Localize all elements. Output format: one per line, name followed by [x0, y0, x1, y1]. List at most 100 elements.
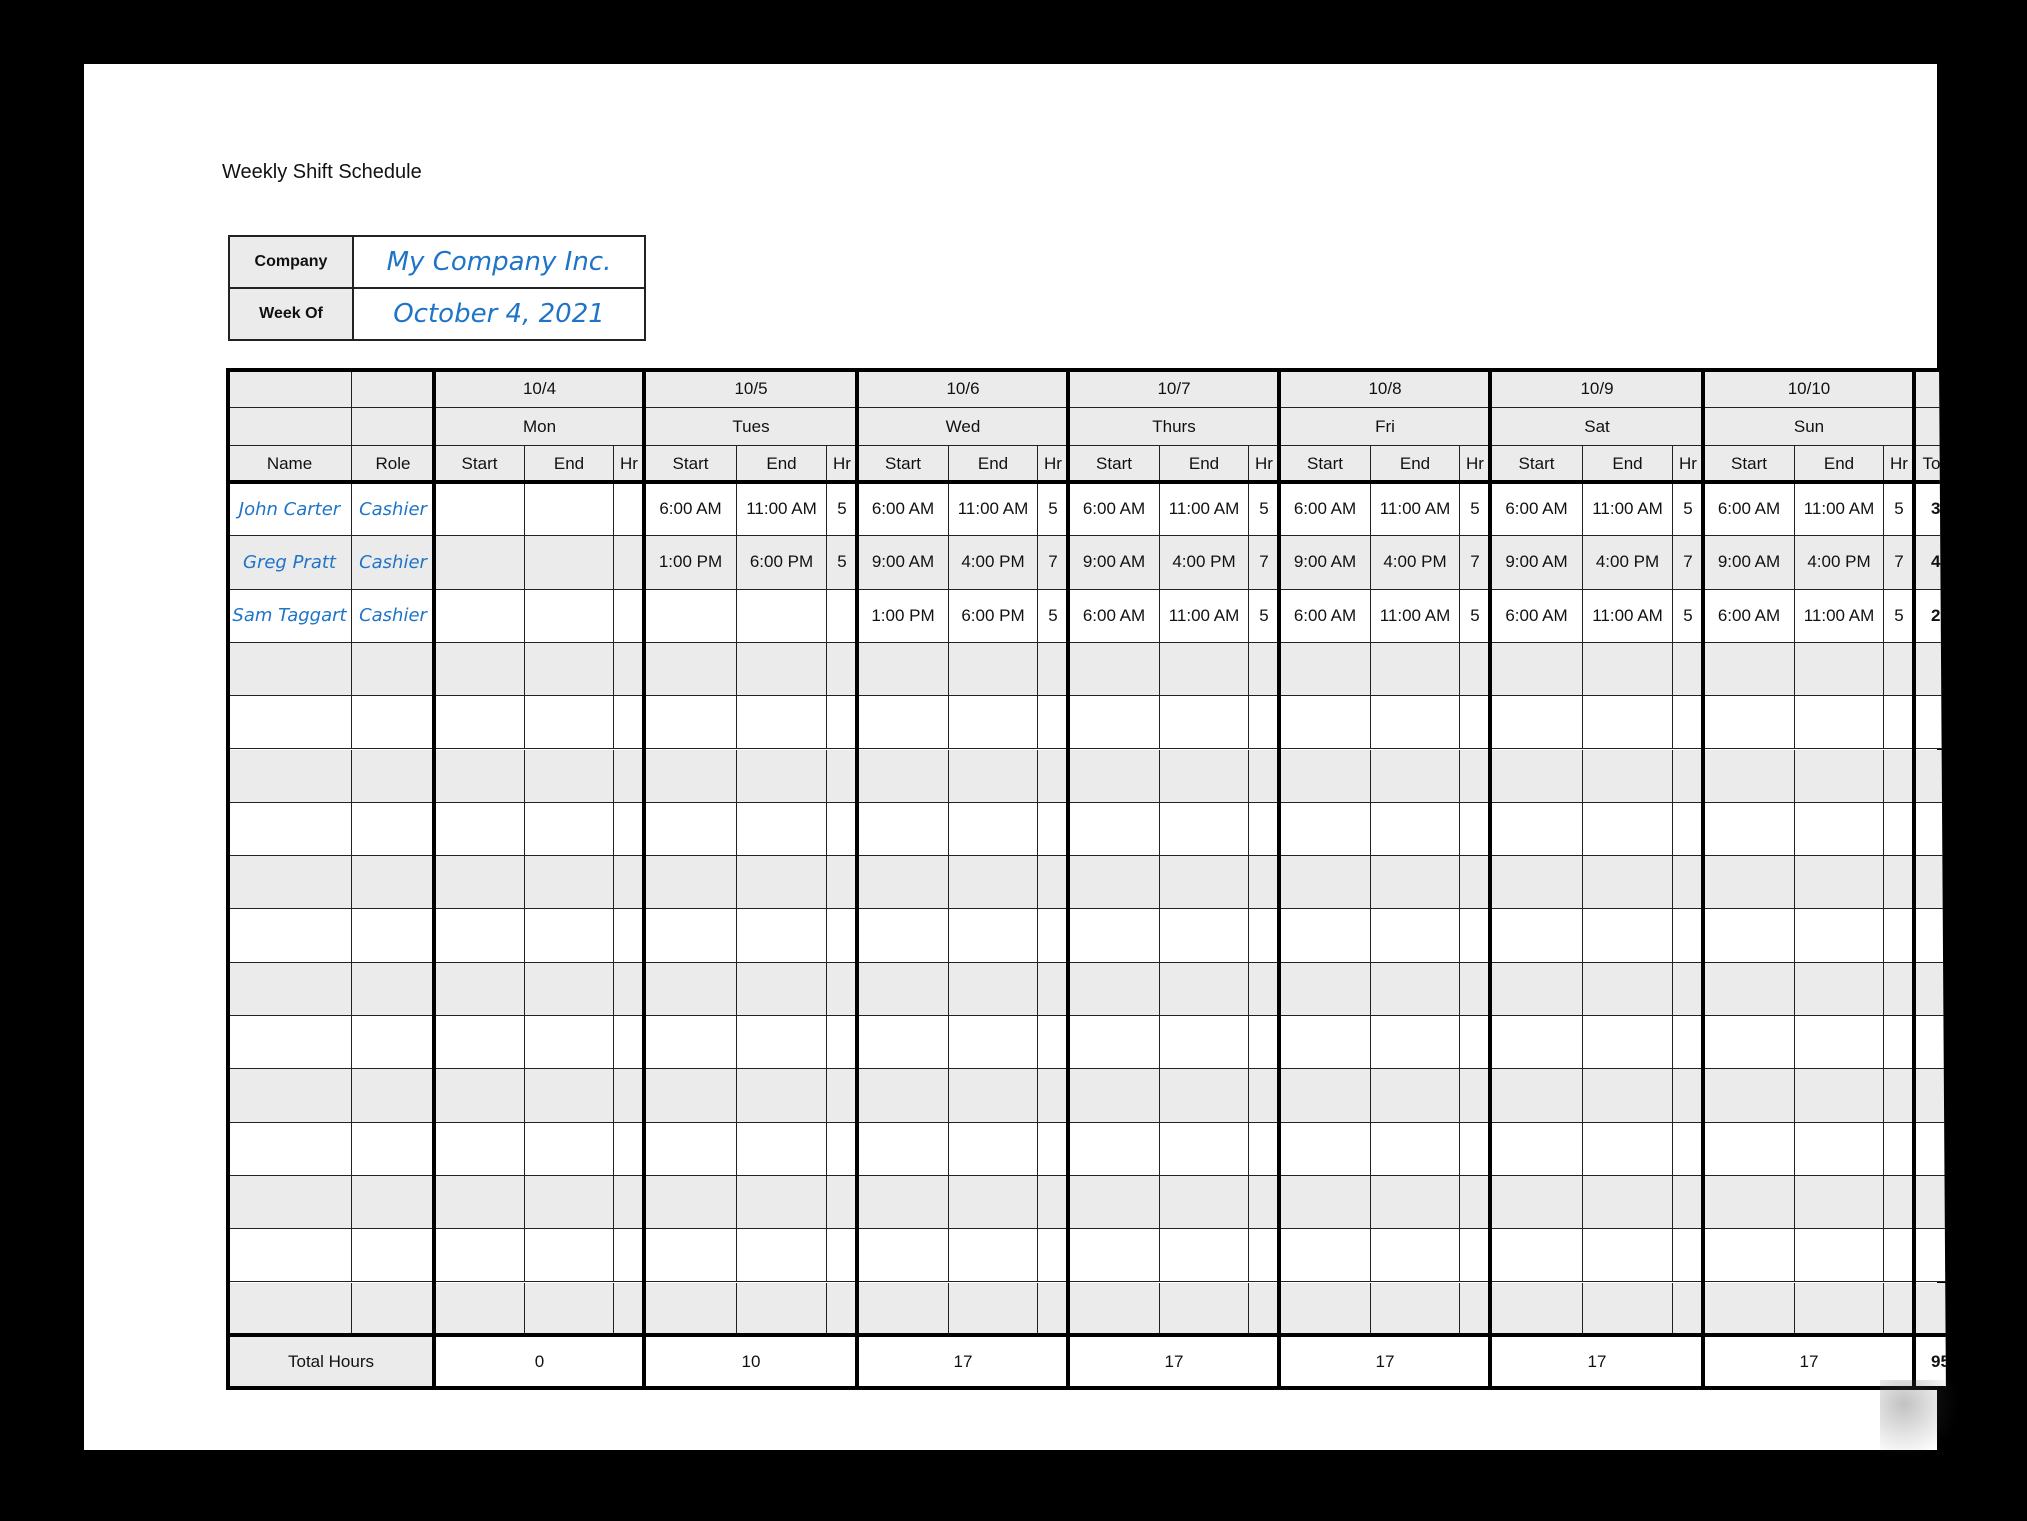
shift-end-cell[interactable] — [949, 1069, 1038, 1123]
shift-end-cell[interactable] — [1583, 802, 1673, 857]
shift-start-cell[interactable]: 6:00 AM — [1280, 589, 1371, 643]
shift-end-cell[interactable] — [525, 696, 614, 750]
shift-end-cell[interactable] — [525, 1122, 614, 1176]
shift-end-cell[interactable] — [1583, 1016, 1673, 1070]
shift-end-cell[interactable]: 11:00 AM — [1583, 483, 1673, 537]
shift-end-cell[interactable]: 11:00 AM — [1160, 589, 1249, 643]
shift-start-cell[interactable] — [1280, 1175, 1371, 1230]
shift-start-cell[interactable] — [435, 1229, 525, 1283]
shift-start-cell[interactable] — [435, 1016, 525, 1070]
shift-start-cell[interactable] — [435, 483, 525, 537]
shift-end-cell[interactable] — [1371, 1122, 1460, 1176]
shift-start-cell[interactable] — [1491, 1122, 1583, 1176]
shift-start-cell[interactable] — [1069, 962, 1160, 1016]
employee-name-cell[interactable] — [228, 642, 352, 697]
shift-end-cell[interactable] — [1371, 856, 1460, 910]
employee-role-cell[interactable] — [352, 1122, 435, 1176]
shift-end-cell[interactable] — [737, 696, 827, 750]
shift-end-cell[interactable]: 11:00 AM — [949, 483, 1038, 537]
shift-start-cell[interactable] — [858, 1229, 949, 1283]
shift-start-cell[interactable] — [435, 589, 525, 643]
shift-end-cell[interactable] — [1795, 696, 1884, 750]
shift-end-cell[interactable] — [1795, 1016, 1884, 1070]
shift-end-cell[interactable]: 4:00 PM — [1583, 536, 1673, 590]
shift-start-cell[interactable] — [858, 1122, 949, 1176]
shift-start-cell[interactable] — [858, 909, 949, 963]
shift-start-cell[interactable] — [435, 1069, 525, 1123]
shift-end-cell[interactable] — [1795, 1229, 1884, 1283]
employee-name-cell[interactable] — [228, 802, 352, 857]
shift-end-cell[interactable] — [1795, 1122, 1884, 1176]
shift-end-cell[interactable] — [525, 802, 614, 857]
shift-start-cell[interactable] — [1704, 696, 1795, 750]
shift-end-cell[interactable] — [1583, 1122, 1673, 1176]
shift-start-cell[interactable] — [1280, 1282, 1371, 1336]
shift-end-cell[interactable] — [1583, 1229, 1673, 1283]
shift-end-cell[interactable] — [1795, 909, 1884, 963]
shift-start-cell[interactable]: 1:00 PM — [858, 589, 949, 643]
shift-start-cell[interactable] — [1704, 1069, 1795, 1123]
shift-end-cell[interactable] — [737, 749, 827, 803]
shift-end-cell[interactable] — [949, 1122, 1038, 1176]
shift-end-cell[interactable]: 11:00 AM — [1160, 483, 1249, 537]
employee-role-cell[interactable]: Cashier — [352, 483, 435, 537]
shift-start-cell[interactable] — [645, 1069, 737, 1123]
shift-start-cell[interactable] — [1069, 802, 1160, 857]
employee-name-cell[interactable]: Sam Taggart — [228, 589, 352, 643]
employee-role-cell[interactable] — [352, 1016, 435, 1070]
shift-start-cell[interactable] — [1069, 1122, 1160, 1176]
shift-end-cell[interactable] — [1795, 642, 1884, 697]
shift-start-cell[interactable] — [645, 802, 737, 857]
shift-start-cell[interactable]: 9:00 AM — [1704, 536, 1795, 590]
employee-role-cell[interactable] — [352, 1069, 435, 1123]
shift-start-cell[interactable]: 9:00 AM — [1491, 536, 1583, 590]
shift-start-cell[interactable] — [858, 642, 949, 697]
shift-end-cell[interactable]: 11:00 AM — [1795, 483, 1884, 537]
shift-start-cell[interactable] — [435, 909, 525, 963]
shift-start-cell[interactable] — [1280, 749, 1371, 803]
shift-start-cell[interactable] — [1491, 696, 1583, 750]
shift-start-cell[interactable] — [1491, 1282, 1583, 1336]
shift-start-cell[interactable] — [645, 1282, 737, 1336]
employee-name-cell[interactable] — [228, 696, 352, 750]
shift-end-cell[interactable]: 4:00 PM — [949, 536, 1038, 590]
shift-end-cell[interactable] — [525, 1229, 614, 1283]
shift-end-cell[interactable] — [1583, 856, 1673, 910]
shift-start-cell[interactable] — [435, 536, 525, 590]
shift-end-cell[interactable] — [1371, 1175, 1460, 1230]
employee-name-cell[interactable] — [228, 856, 352, 910]
shift-start-cell[interactable] — [645, 856, 737, 910]
week-of-value[interactable]: October 4, 2021 — [352, 287, 646, 341]
shift-end-cell[interactable] — [525, 909, 614, 963]
shift-start-cell[interactable] — [1491, 962, 1583, 1016]
shift-end-cell[interactable] — [949, 1016, 1038, 1070]
shift-end-cell[interactable] — [949, 696, 1038, 750]
shift-end-cell[interactable] — [737, 589, 827, 643]
shift-end-cell[interactable] — [737, 962, 827, 1016]
shift-end-cell[interactable] — [525, 962, 614, 1016]
shift-end-cell[interactable] — [1371, 909, 1460, 963]
shift-start-cell[interactable] — [858, 802, 949, 857]
employee-role-cell[interactable] — [352, 909, 435, 963]
employee-name-cell[interactable]: John Carter — [228, 483, 352, 537]
shift-end-cell[interactable] — [1371, 1282, 1460, 1336]
shift-end-cell[interactable] — [1583, 1069, 1673, 1123]
shift-start-cell[interactable] — [645, 909, 737, 963]
shift-end-cell[interactable] — [1371, 696, 1460, 750]
shift-start-cell[interactable] — [1704, 1122, 1795, 1176]
shift-start-cell[interactable] — [645, 696, 737, 750]
shift-end-cell[interactable] — [1371, 642, 1460, 697]
shift-start-cell[interactable] — [1069, 1016, 1160, 1070]
shift-start-cell[interactable]: 6:00 AM — [1491, 589, 1583, 643]
company-value[interactable]: My Company Inc. — [352, 235, 646, 289]
shift-start-cell[interactable] — [1704, 909, 1795, 963]
shift-start-cell[interactable] — [645, 962, 737, 1016]
shift-end-cell[interactable] — [1795, 1069, 1884, 1123]
shift-start-cell[interactable] — [1704, 802, 1795, 857]
shift-end-cell[interactable] — [1160, 1282, 1249, 1336]
shift-end-cell[interactable] — [737, 1016, 827, 1070]
shift-end-cell[interactable] — [1371, 1069, 1460, 1123]
shift-start-cell[interactable] — [1069, 749, 1160, 803]
shift-end-cell[interactable] — [1160, 1229, 1249, 1283]
shift-start-cell[interactable] — [1704, 1282, 1795, 1336]
